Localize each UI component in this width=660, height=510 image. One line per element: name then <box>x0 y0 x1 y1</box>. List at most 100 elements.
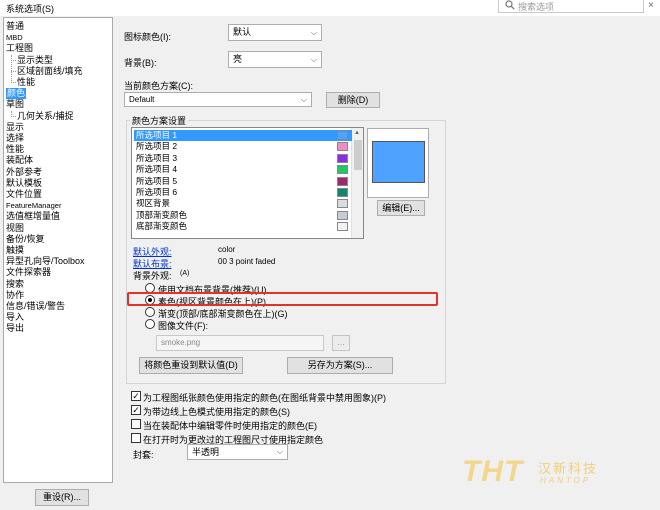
envelope-label: 封套: <box>133 450 154 460</box>
checkbox-drawing-paper-label[interactable]: 为工程图纸张颜色使用指定的颜色(在图纸背景中禁用图象)(P) <box>143 391 386 404</box>
tree-item[interactable]: 普通 <box>6 21 24 32</box>
background-appearance-label: 背景外观: <box>133 271 172 281</box>
list-item[interactable]: 所选项目 6 <box>134 187 352 198</box>
tree-item[interactable]: 选择 <box>6 133 24 144</box>
envelope-select[interactable]: 半透明 ⌵ <box>187 444 288 460</box>
background-appearance-hint: (A) <box>180 270 190 277</box>
list-item-label: 所选项目 5 <box>136 175 178 186</box>
tree-item[interactable]: 异型孔向导/Toolbox <box>6 256 85 267</box>
list-item-label: 顶部渐变颜色 <box>136 209 188 220</box>
envelope-value: 半透明 <box>192 447 220 457</box>
list-item[interactable]: 底部渐变颜色 <box>134 221 352 232</box>
tree-item[interactable]: 文件探索器 <box>6 267 51 278</box>
tree-item[interactable]: 文件位置 <box>6 189 42 200</box>
list-item-label: 所选项目 6 <box>136 187 178 197</box>
tree-item[interactable]: 几何关系/捕捉 <box>17 111 74 122</box>
radio-image-file[interactable] <box>145 319 155 329</box>
tree-connector-tick <box>11 59 16 61</box>
scroll-thumb[interactable] <box>354 140 362 170</box>
default-appearance-value: color <box>218 245 236 254</box>
list-item[interactable]: 所选项目 5 <box>134 176 352 187</box>
search-icon <box>505 0 515 10</box>
radio-image-file-label[interactable]: 图像文件(F): <box>158 319 208 332</box>
tree-item[interactable]: 导入 <box>6 312 24 323</box>
tree-item[interactable]: 颜色 <box>6 88 27 100</box>
checkbox-changed-dimensions[interactable] <box>131 433 141 443</box>
color-swatch <box>337 222 348 232</box>
tree-item[interactable]: 导出 <box>6 323 24 334</box>
tree-item[interactable]: MBD <box>6 32 23 43</box>
tree-item[interactable]: 性能 <box>17 77 35 88</box>
checkbox-assembly-edit-label[interactable]: 当在装配体中编辑零件时使用指定的颜色(E) <box>143 419 317 432</box>
checkbox-assembly-edit[interactable] <box>131 419 141 429</box>
list-scrollbar[interactable]: ▲ <box>351 128 363 238</box>
list-item[interactable]: 所选项目 1 <box>134 130 352 141</box>
tree-item[interactable]: 协作 <box>6 290 24 301</box>
color-swatch <box>337 165 348 175</box>
tree-item[interactable]: 工程图 <box>6 43 33 54</box>
tree-item[interactable]: 选值框增量值 <box>6 211 60 222</box>
tree-item[interactable]: 视图 <box>6 223 24 234</box>
tree-item[interactable]: 装配体 <box>6 155 33 166</box>
tree-item[interactable]: 信息/错误/警告 <box>6 301 65 312</box>
tree-connector-tick <box>11 70 16 72</box>
chevron-down-icon: ⌵ <box>310 28 317 37</box>
browse-button[interactable]: ... <box>332 335 350 351</box>
search-placeholder: 搜索选项 <box>518 2 555 12</box>
checkbox-shaded-edges-label[interactable]: 为带边线上色模式使用指定的颜色(S) <box>143 405 290 418</box>
radio-gradient[interactable] <box>145 307 155 317</box>
reset-button[interactable]: 重设(R)... <box>35 489 89 506</box>
checkbox-shaded-edges[interactable]: ✓ <box>131 405 141 415</box>
background-value: 亮 <box>233 54 243 64</box>
tree-item[interactable]: 草图 <box>6 99 24 110</box>
icon-color-select[interactable]: 默认 ⌵ <box>228 24 322 41</box>
delete-button[interactable]: 删除(D) <box>326 92 380 108</box>
color-swatch <box>337 142 348 152</box>
reset-colors-button[interactable]: 将颜色重设到默认值(D) <box>139 357 243 374</box>
tree-item[interactable]: 外部参考 <box>6 167 42 178</box>
tree-item[interactable]: FeatureManager <box>6 200 61 211</box>
color-swatch <box>337 210 348 220</box>
list-item-label: 视区背景 <box>136 198 171 209</box>
background-select[interactable]: 亮 ⌵ <box>228 51 322 68</box>
tree-item[interactable]: 备份/恢复 <box>6 234 45 245</box>
tree-connector-tick <box>11 115 16 117</box>
tree-item[interactable]: 区域剖面线/填充 <box>17 66 83 77</box>
list-item[interactable]: 所选项目 2 <box>134 141 352 152</box>
scheme-select[interactable]: Default ⌵ <box>124 92 312 107</box>
background-label: 背景(B): <box>124 58 157 68</box>
scheme-label: 当前颜色方案(C): <box>124 81 193 91</box>
tree-item[interactable]: 触摸 <box>6 245 24 256</box>
list-item-label: 所选项目 4 <box>136 164 178 175</box>
color-preview-swatch <box>372 141 425 183</box>
save-scheme-button[interactable]: 另存为方案(S)... <box>287 357 393 374</box>
tree-item[interactable]: 显示类型 <box>17 55 53 66</box>
icon-color-value: 默认 <box>233 27 252 37</box>
color-scheme-list[interactable]: ▲ 所选项目 1 所选项目 2 所选项目 3 所选项目 4 所选项目 5 所选项目 6 视区… <box>131 127 364 239</box>
scheme-value: Default <box>129 95 155 104</box>
list-item[interactable]: 视区背景 <box>134 198 352 209</box>
tree-item[interactable]: 搜索 <box>6 279 24 290</box>
checkbox-drawing-paper[interactable]: ✓ <box>131 391 141 401</box>
tree-item[interactable]: 显示 <box>6 122 24 133</box>
close-icon[interactable]: × <box>648 0 654 11</box>
tree-item[interactable]: 性能 <box>6 144 24 155</box>
list-item[interactable]: 所选项目 4 <box>134 164 352 175</box>
list-item[interactable]: 顶部渐变颜色 <box>134 210 352 221</box>
color-swatch <box>337 188 348 197</box>
list-item-label: 所选项目 3 <box>136 152 178 163</box>
color-swatch <box>337 131 348 140</box>
default-scene-value: 00 3 point faded <box>218 257 276 266</box>
color-swatch <box>337 199 348 209</box>
edit-button[interactable]: 编辑(E)... <box>377 200 425 216</box>
color-swatch <box>337 176 348 186</box>
tree-item[interactable]: 默认模板 <box>6 178 42 189</box>
image-file-field[interactable]: smoke.png <box>156 335 324 351</box>
icon-color-label: 图标颜色(I): <box>124 32 171 42</box>
list-item[interactable]: 所选项目 3 <box>134 153 352 164</box>
options-tree[interactable]: 普通 MBD 工程图 显示类型 区域剖面线/填充 性能 颜色 草图 几何关系/捕捉 显示 选择 性能装… <box>3 17 113 483</box>
watermark-en-text: HANTOP <box>540 476 592 485</box>
list-item-label: 所选项目 1 <box>136 130 178 140</box>
list-item-label: 底部渐变颜色 <box>136 221 188 232</box>
scroll-up-icon[interactable]: ▲ <box>354 130 360 136</box>
